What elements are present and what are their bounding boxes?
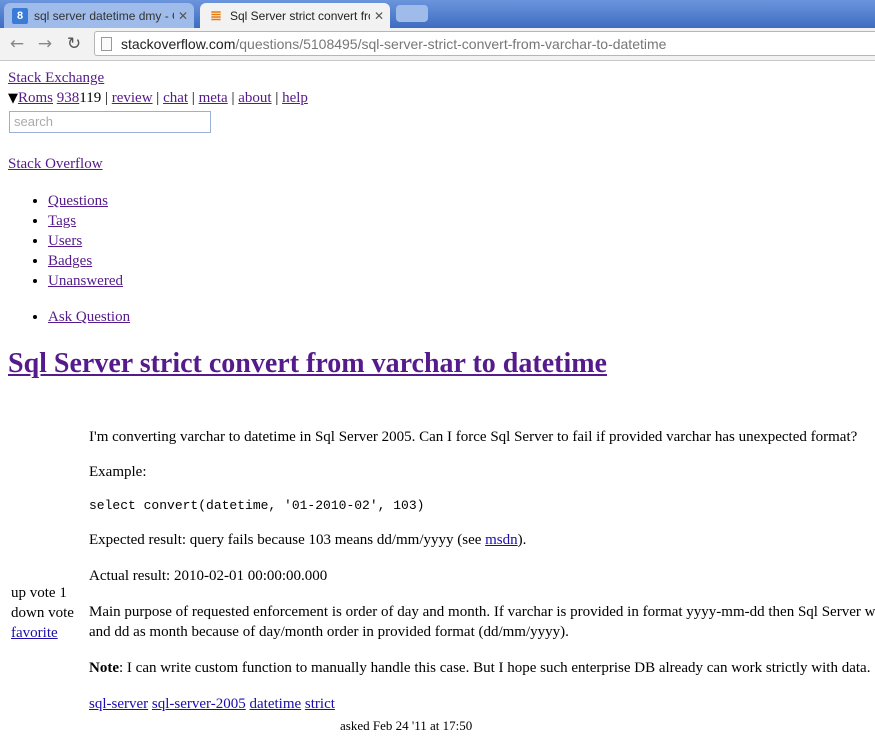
question-paragraph: Expected result: query fails because 103… [89,530,526,550]
stackoverflow-icon: ≣ [210,7,222,23]
vote-row: up vote 1 [11,583,74,603]
browser-toolbar: ← → ↻ stackoverflow.com/questions/510849… [0,28,875,61]
page-icon [101,36,112,51]
question-paragraph: Actual result: 2010-02-01 00:00:00.000 [89,568,328,584]
separator: | [191,90,195,106]
question-title-link[interactable]: Sql Server strict convert from varchar t… [8,348,607,379]
close-icon[interactable]: ✕ [178,9,188,23]
question-paragraph: Main purpose of requested enforcement is… [89,604,875,620]
text: Expected result: query fails because 103… [89,532,486,548]
url-host: stackoverflow.com [121,35,236,52]
note-text: : I can write custom function to manuall… [119,660,871,676]
question-note: Note: I can write custom function to man… [89,658,870,678]
search-input[interactable]: search [9,111,211,133]
tab-label: Sql Server strict convert from [230,8,370,23]
reputation-link[interactable]: 938 [57,90,80,106]
triangle-down-icon[interactable]: ▼ [8,91,18,106]
vote-count: 1 [59,585,67,601]
down-vote-button[interactable]: down vote [11,603,74,623]
nav-item-tags: Tags [48,211,123,231]
question-paragraph: I'm converting varchar to datetime in Sq… [89,429,858,445]
tab-google-search[interactable]: 8 sql server datetime dmy - Go ✕ [4,3,194,28]
tag-link[interactable]: datetime [250,696,302,712]
ask-question-link[interactable]: Ask Question [48,309,130,325]
url-path: /questions/5108495/sql-server-strict-con… [235,35,667,52]
nav-item-ask: Ask Question [48,307,130,327]
back-arrow-icon[interactable]: ← [6,33,28,55]
tab-stackoverflow[interactable]: ≣ Sql Server strict convert from ✕ [200,3,390,28]
chat-link[interactable]: chat [163,90,188,106]
note-label: Note [89,660,119,676]
google-icon: 8 [12,7,28,24]
about-link[interactable]: about [238,90,271,106]
nav-item-questions: Questions [48,191,123,211]
new-tab-button[interactable] [396,5,428,22]
page-content: Stack Exchange ▼Roms 938119 | review | c… [0,61,875,733]
users-link[interactable]: Users [48,233,82,249]
up-vote-button[interactable]: up vote [11,585,56,601]
reload-icon[interactable]: ↻ [63,33,85,55]
question-paragraph: Example: [89,464,147,480]
tags-link[interactable]: Tags [48,213,76,229]
stack-exchange-link[interactable]: Stack Exchange [8,70,104,87]
separator: | [104,90,108,106]
tab-strip: 8 sql server datetime dmy - Go ✕ ≣ Sql S… [0,0,875,28]
questions-link[interactable]: Questions [48,193,108,209]
close-icon[interactable]: ✕ [374,9,384,23]
asked-info: asked Feb 24 '11 at 17:50 [340,718,473,733]
question-title: Sql Server strict convert from varchar t… [8,348,607,380]
address-bar[interactable]: stackoverflow.com/questions/5108495/sql-… [94,31,875,56]
nav-item-unanswered: Unanswered [48,271,123,291]
user-link[interactable]: Roms [18,90,53,106]
tag-link[interactable]: strict [305,696,335,712]
tag-list: sql-server sql-server-2005 datetime stri… [89,694,335,714]
question-paragraph: and dd as month because of day/month ord… [89,624,569,640]
stack-overflow-link[interactable]: Stack Overflow [8,156,103,173]
separator: | [156,90,160,106]
code-block: select convert(datetime, '01-2010-02', 1… [89,498,425,513]
badges-link[interactable]: Badges [48,253,92,269]
main-nav: Questions Tags Users Badges Unanswered [48,191,123,291]
tab-label: sql server datetime dmy - Go [34,8,174,23]
msdn-link[interactable]: msdn [485,532,518,548]
vote-panel: up vote 1 down vote favorite [11,583,74,643]
favorite-link[interactable]: favorite [11,625,58,641]
tag-link[interactable]: sql-server [89,696,148,712]
text: ). [517,532,527,548]
tag-link[interactable]: sql-server-2005 [152,696,246,712]
separator: | [275,90,279,106]
review-link[interactable]: review [112,90,153,106]
meta-link[interactable]: meta [199,90,228,106]
user-bar: ▼Roms 938119 | review | chat | meta | ab… [8,90,308,107]
help-link[interactable]: help [282,90,308,106]
nav-item-users: Users [48,231,123,251]
ask-nav: Ask Question [48,307,130,327]
badge-count: 119 [79,90,102,106]
forward-arrow-icon[interactable]: → [34,33,56,55]
separator: | [231,90,235,106]
unanswered-link[interactable]: Unanswered [48,273,123,289]
nav-item-badges: Badges [48,251,123,271]
